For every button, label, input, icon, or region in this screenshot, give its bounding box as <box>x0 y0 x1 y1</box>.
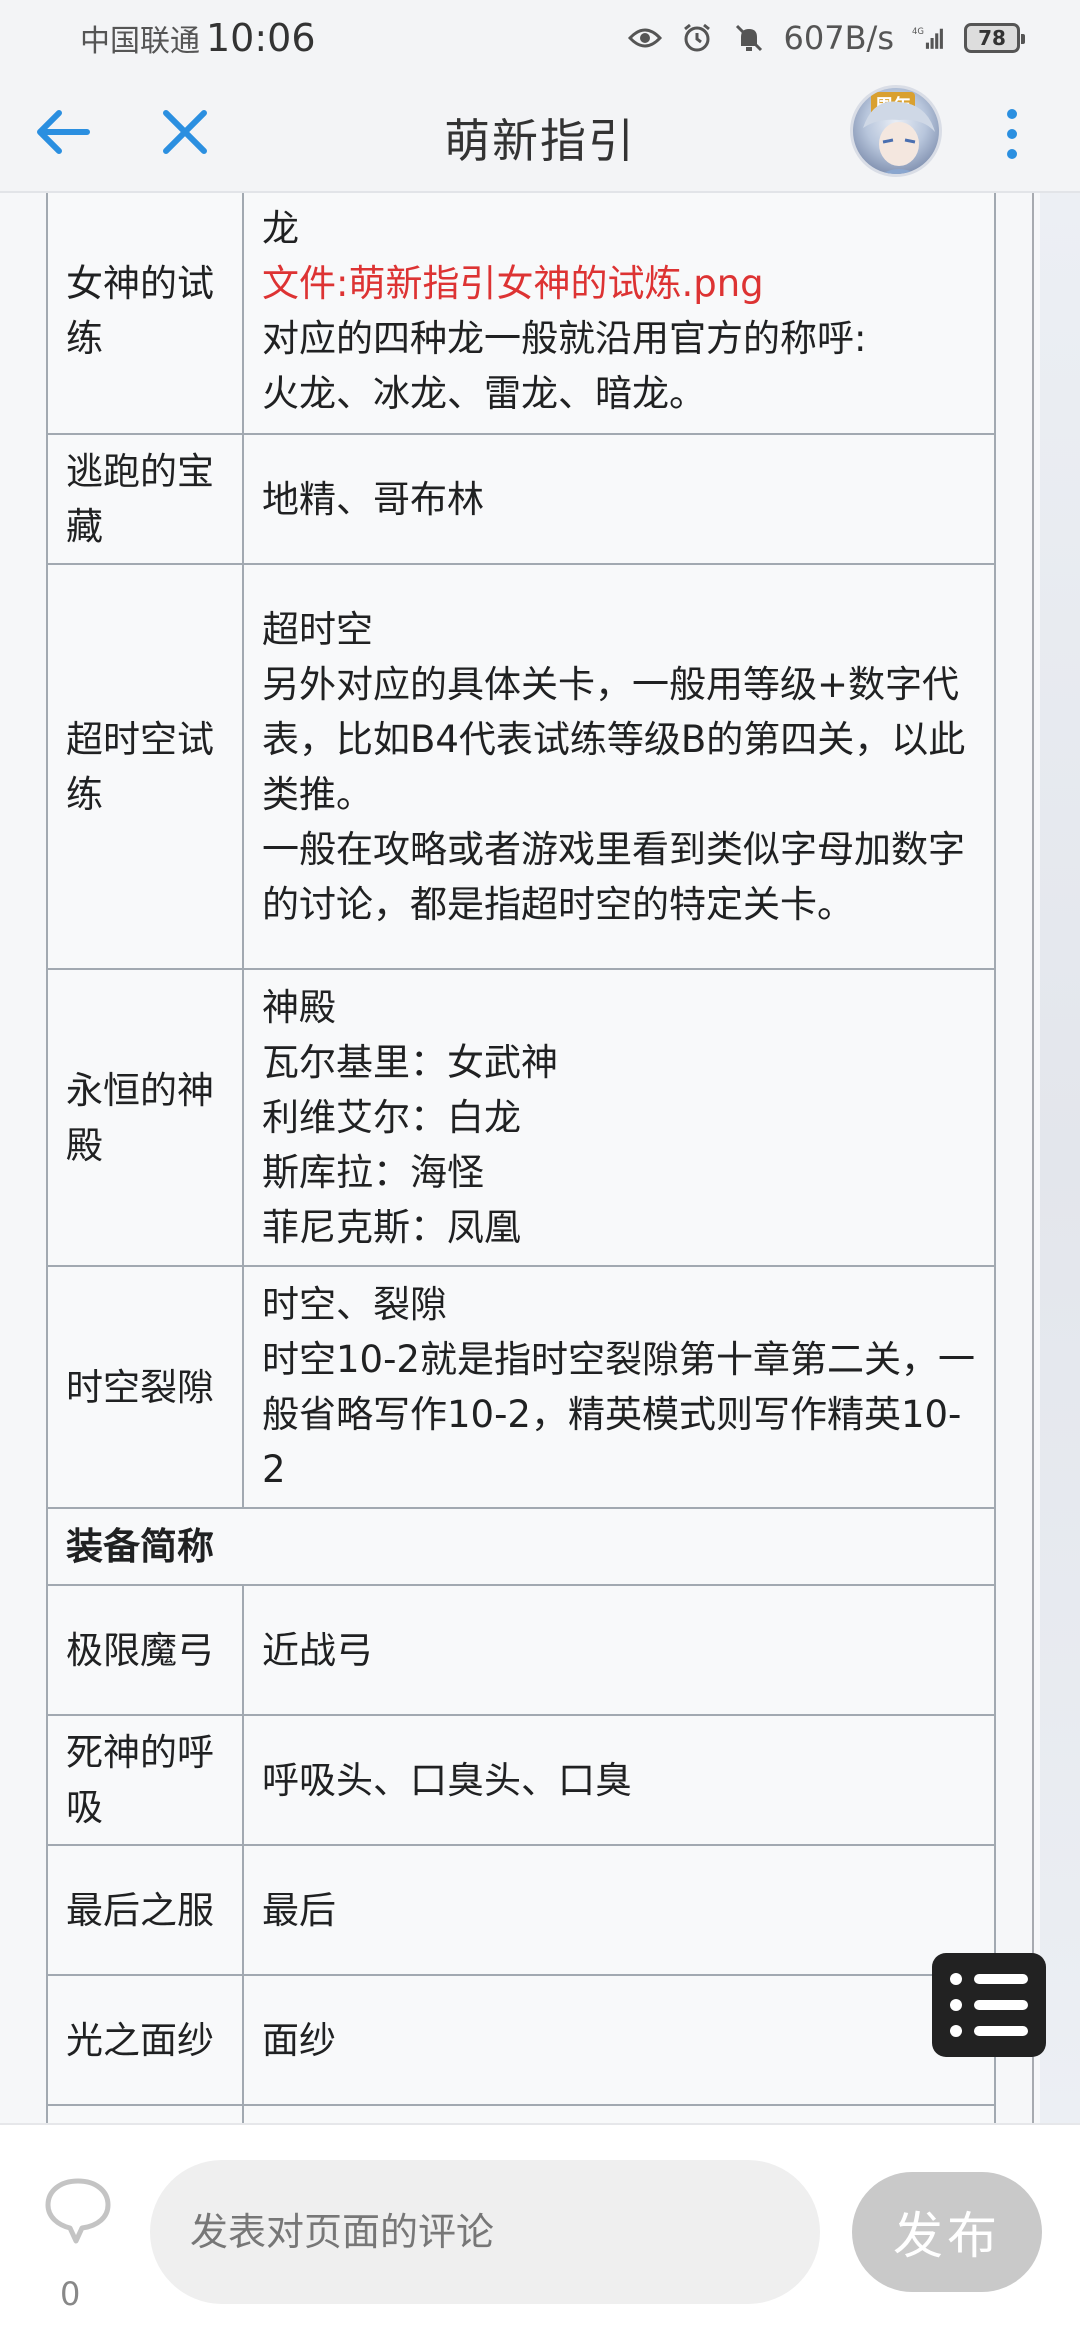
row-key: 女神的试练 <box>46 193 244 435</box>
page-content[interactable]: 女神的试练 龙 文件:萌新指引女神的试炼.png 对应的四种龙一般就沿用官方的称… <box>0 193 1080 2123</box>
signal-icon: 4G <box>912 21 946 55</box>
row-value: 龙 文件:萌新指引女神的试炼.png 对应的四种龙一般就沿用官方的称呼: 火龙、… <box>242 193 996 435</box>
section-title: 装备简称 <box>46 1507 996 1586</box>
table-row: 光之面纱 面纱 <box>46 1974 996 2106</box>
table-row: 极限魔弓 近战弓 <box>46 1584 996 1716</box>
alarm-icon <box>680 21 714 55</box>
row-key <box>46 2104 244 2123</box>
table-row: 女神的试练 龙 文件:萌新指引女神的试炼.png 对应的四种龙一般就沿用官方的称… <box>46 193 996 435</box>
publish-button[interactable]: 发布 <box>852 2172 1042 2292</box>
status-right: 607B/s 4G 78 <box>627 18 1025 57</box>
row-key: 时空裂隙 <box>46 1265 244 1509</box>
background-decoration <box>1040 193 1080 2123</box>
mute-bell-icon <box>732 21 766 55</box>
more-dot <box>1007 149 1017 159</box>
value-line: 火龙、冰龙、雷龙、暗龙。 <box>262 372 706 415</box>
row-value: 呼吸头、口臭头、口臭 <box>242 1714 996 1846</box>
row-value: 时空、裂隙 时空10-2就是指时空裂隙第十章第二关，一般省略写作10-2，精英模… <box>242 1265 996 1509</box>
glossary-table: 女神的试练 龙 文件:萌新指引女神的试炼.png 对应的四种龙一般就沿用官方的称… <box>46 193 996 2123</box>
value-line: 菲尼克斯：凤凰 <box>262 1206 521 1249</box>
file-link[interactable]: 文件:萌新指引女神的试炼.png <box>262 256 976 311</box>
status-left: 中国联通 10:06 <box>80 16 316 60</box>
table-row: 死神的呼吸 呼吸头、口臭头、口臭 <box>46 1714 996 1846</box>
section-row: 装备简称 <box>46 1507 996 1586</box>
value-line: 利维艾尔：白龙 <box>262 1096 521 1139</box>
table-of-contents-button[interactable] <box>932 1953 1046 2057</box>
eye-icon <box>627 21 662 55</box>
row-key: 光之面纱 <box>46 1974 244 2106</box>
table-row-partial <box>46 2104 996 2123</box>
comment-bar: 0 发布 <box>0 2123 1080 2340</box>
comment-input[interactable] <box>150 2160 820 2304</box>
table-row: 逃跑的宝藏 地精、哥布林 <box>46 433 996 565</box>
table-row: 超时空试练 超时空 另外对应的具体关卡，一般用等级+数字代表，比如B4代表试练等… <box>46 563 996 970</box>
value-line: 超时空 <box>262 607 373 651</box>
comment-count: 0 <box>60 2275 81 2313</box>
outer-table-border <box>1032 193 1034 2123</box>
row-key: 最后之服 <box>46 1844 244 1976</box>
value-line: 时空10-2就是指时空裂隙第十章第二关，一般省略写作10-2，精英模式则写作精英… <box>262 1338 975 1491</box>
avatar[interactable]: 周年 <box>850 85 942 177</box>
table-row: 时空裂隙 时空、裂隙 时空10-2就是指时空裂隙第十章第二关，一般省略写作10-… <box>46 1265 996 1509</box>
row-key: 永恒的神殿 <box>46 968 244 1267</box>
list-icon <box>950 1973 1028 1985</box>
value-line: 另外对应的具体关卡，一般用等级+数字代表，比如B4代表试练等级B的第四关，以此类… <box>262 662 966 816</box>
table-row: 最后之服 最后 <box>46 1844 996 1976</box>
row-value: 神殿 瓦尔基里：女武神 利维艾尔：白龙 斯库拉：海怪 菲尼克斯：凤凰 <box>242 968 996 1267</box>
value-line: 瓦尔基里：女武神 <box>262 1041 558 1084</box>
list-icon-row <box>950 1999 1028 2011</box>
more-dot <box>1007 109 1017 119</box>
value-line: 一般在攻略或者游戏里看到类似字母加数字的讨论，都是指超时空的特定关卡。 <box>262 827 965 926</box>
value-line: 时空、裂隙 <box>262 1283 447 1326</box>
status-bar: 中国联通 10:06 607B/s 4G 78 <box>0 0 1080 75</box>
avatar-face-icon <box>863 101 935 174</box>
more-options-button[interactable] <box>990 101 1034 167</box>
clock: 10:06 <box>206 15 316 60</box>
row-key: 极限魔弓 <box>46 1584 244 1716</box>
value-line: 对应的四种龙一般就沿用官方的称呼: <box>262 317 867 360</box>
list-icon-row <box>950 2025 1028 2037</box>
row-key: 超时空试练 <box>46 563 244 970</box>
table-row: 永恒的神殿 神殿 瓦尔基里：女武神 利维艾尔：白龙 斯库拉：海怪 菲尼克斯：凤凰 <box>46 968 996 1267</box>
value-line: 龙 <box>262 207 299 250</box>
network-speed: 607B/s <box>783 18 894 57</box>
comment-icon[interactable] <box>42 2175 114 2247</box>
row-key: 死神的呼吸 <box>46 1714 244 1846</box>
row-value: 面纱 <box>242 1974 996 2106</box>
row-value <box>242 2104 996 2123</box>
value-line: 神殿 <box>262 986 336 1029</box>
row-value: 近战弓 <box>242 1584 996 1716</box>
row-value: 最后 <box>242 1844 996 1976</box>
svg-text:4G: 4G <box>912 27 924 37</box>
row-key: 逃跑的宝藏 <box>46 433 244 565</box>
row-value: 地精、哥布林 <box>242 433 996 565</box>
battery-indicator: 78 <box>964 22 1025 53</box>
value-line: 斯库拉：海怪 <box>262 1151 484 1194</box>
more-dot <box>1007 129 1017 139</box>
app-bar: 萌新指引 周年 <box>0 75 1080 193</box>
row-value: 超时空 另外对应的具体关卡，一般用等级+数字代表，比如B4代表试练等级B的第四关… <box>242 563 996 970</box>
carrier-name: 中国联通 <box>80 23 200 59</box>
